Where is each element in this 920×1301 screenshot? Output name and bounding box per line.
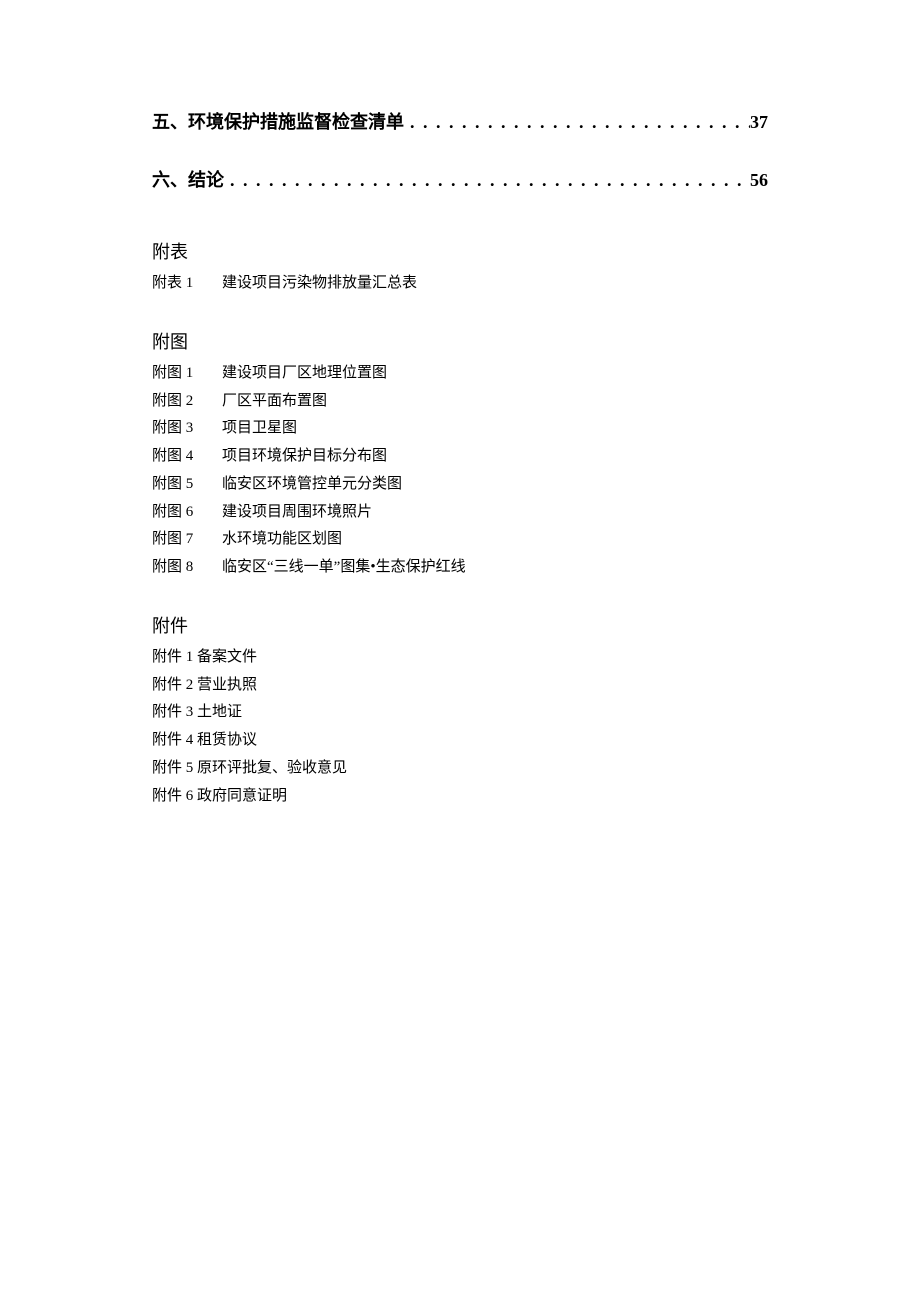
attachment-item: 附件 6 政府同意证明 — [152, 783, 768, 811]
appendix-desc: 厂区平面布置图 — [222, 388, 768, 416]
toc-title: 五、环境保护措施监督检查清单 — [152, 108, 404, 134]
attachment-item: 附件 3 土地证 — [152, 699, 768, 727]
attachment-list: 附件 1 备案文件 附件 2 营业执照 附件 3 土地证 附件 4 租赁协议 附… — [152, 644, 768, 811]
appendix-row: 附图 4 项目环境保护目标分布图 — [152, 443, 768, 471]
appendix-label: 附图 6 — [152, 499, 222, 527]
appendix-desc: 项目卫星图 — [222, 415, 768, 443]
toc-page: 56 — [750, 170, 768, 191]
attachment-item: 附件 4 租赁协议 — [152, 727, 768, 755]
appendix-label: 附表 1 — [152, 270, 222, 298]
appendix-desc: 临安区“三线一单”图集•生态保护红线 — [222, 554, 768, 582]
appendix-label: 附图 8 — [152, 554, 222, 582]
section-heading-futu2: 附图 — [152, 328, 768, 354]
appendix-row: 附图 2 厂区平面布置图 — [152, 388, 768, 416]
appendix-row: 附图 7 水环境功能区划图 — [152, 526, 768, 554]
appendix-table-futu2: 附图 1 建设项目厂区地理位置图 附图 2 厂区平面布置图 附图 3 项目卫星图… — [152, 360, 768, 582]
toc-entry: 五、环境保护措施监督检查清单 . . . . . . . . . . . . .… — [152, 108, 768, 134]
appendix-desc: 建设项目污染物排放量汇总表 — [222, 270, 768, 298]
toc-title: 六、结论 — [152, 166, 224, 192]
attachment-item: 附件 1 备案文件 — [152, 644, 768, 672]
appendix-desc: 建设项目厂区地理位置图 — [222, 360, 768, 388]
appendix-row: 附图 8 临安区“三线一单”图集•生态保护红线 — [152, 554, 768, 582]
section-heading-futu: 附表 — [152, 238, 768, 264]
appendix-label: 附图 5 — [152, 471, 222, 499]
appendix-label: 附图 3 — [152, 415, 222, 443]
attachment-item: 附件 5 原环评批复、验收意见 — [152, 755, 768, 783]
appendix-label: 附图 2 — [152, 388, 222, 416]
appendix-desc: 建设项目周围环境照片 — [222, 499, 768, 527]
appendix-desc: 项目环境保护目标分布图 — [222, 443, 768, 471]
attachment-item: 附件 2 营业执照 — [152, 672, 768, 700]
appendix-table-futu: 附表 1 建设项目污染物排放量汇总表 — [152, 270, 768, 298]
section-heading-fujian: 附件 — [152, 612, 768, 638]
appendix-row: 附图 6 建设项目周围环境照片 — [152, 499, 768, 527]
appendix-label: 附图 4 — [152, 443, 222, 471]
appendix-row: 附图 3 项目卫星图 — [152, 415, 768, 443]
appendix-label: 附图 1 — [152, 360, 222, 388]
toc-leader: . . . . . . . . . . . . . . . . . . . . … — [224, 170, 750, 191]
appendix-label: 附图 7 — [152, 526, 222, 554]
appendix-desc: 临安区环境管控单元分类图 — [222, 471, 768, 499]
appendix-row: 附表 1 建设项目污染物排放量汇总表 — [152, 270, 768, 298]
appendix-desc: 水环境功能区划图 — [222, 526, 768, 554]
appendix-row: 附图 5 临安区环境管控单元分类图 — [152, 471, 768, 499]
toc-leader: . . . . . . . . . . . . . . . . . . . . … — [404, 112, 750, 133]
appendix-row: 附图 1 建设项目厂区地理位置图 — [152, 360, 768, 388]
toc-page: 37 — [750, 112, 768, 133]
toc-entry: 六、结论 . . . . . . . . . . . . . . . . . .… — [152, 166, 768, 192]
